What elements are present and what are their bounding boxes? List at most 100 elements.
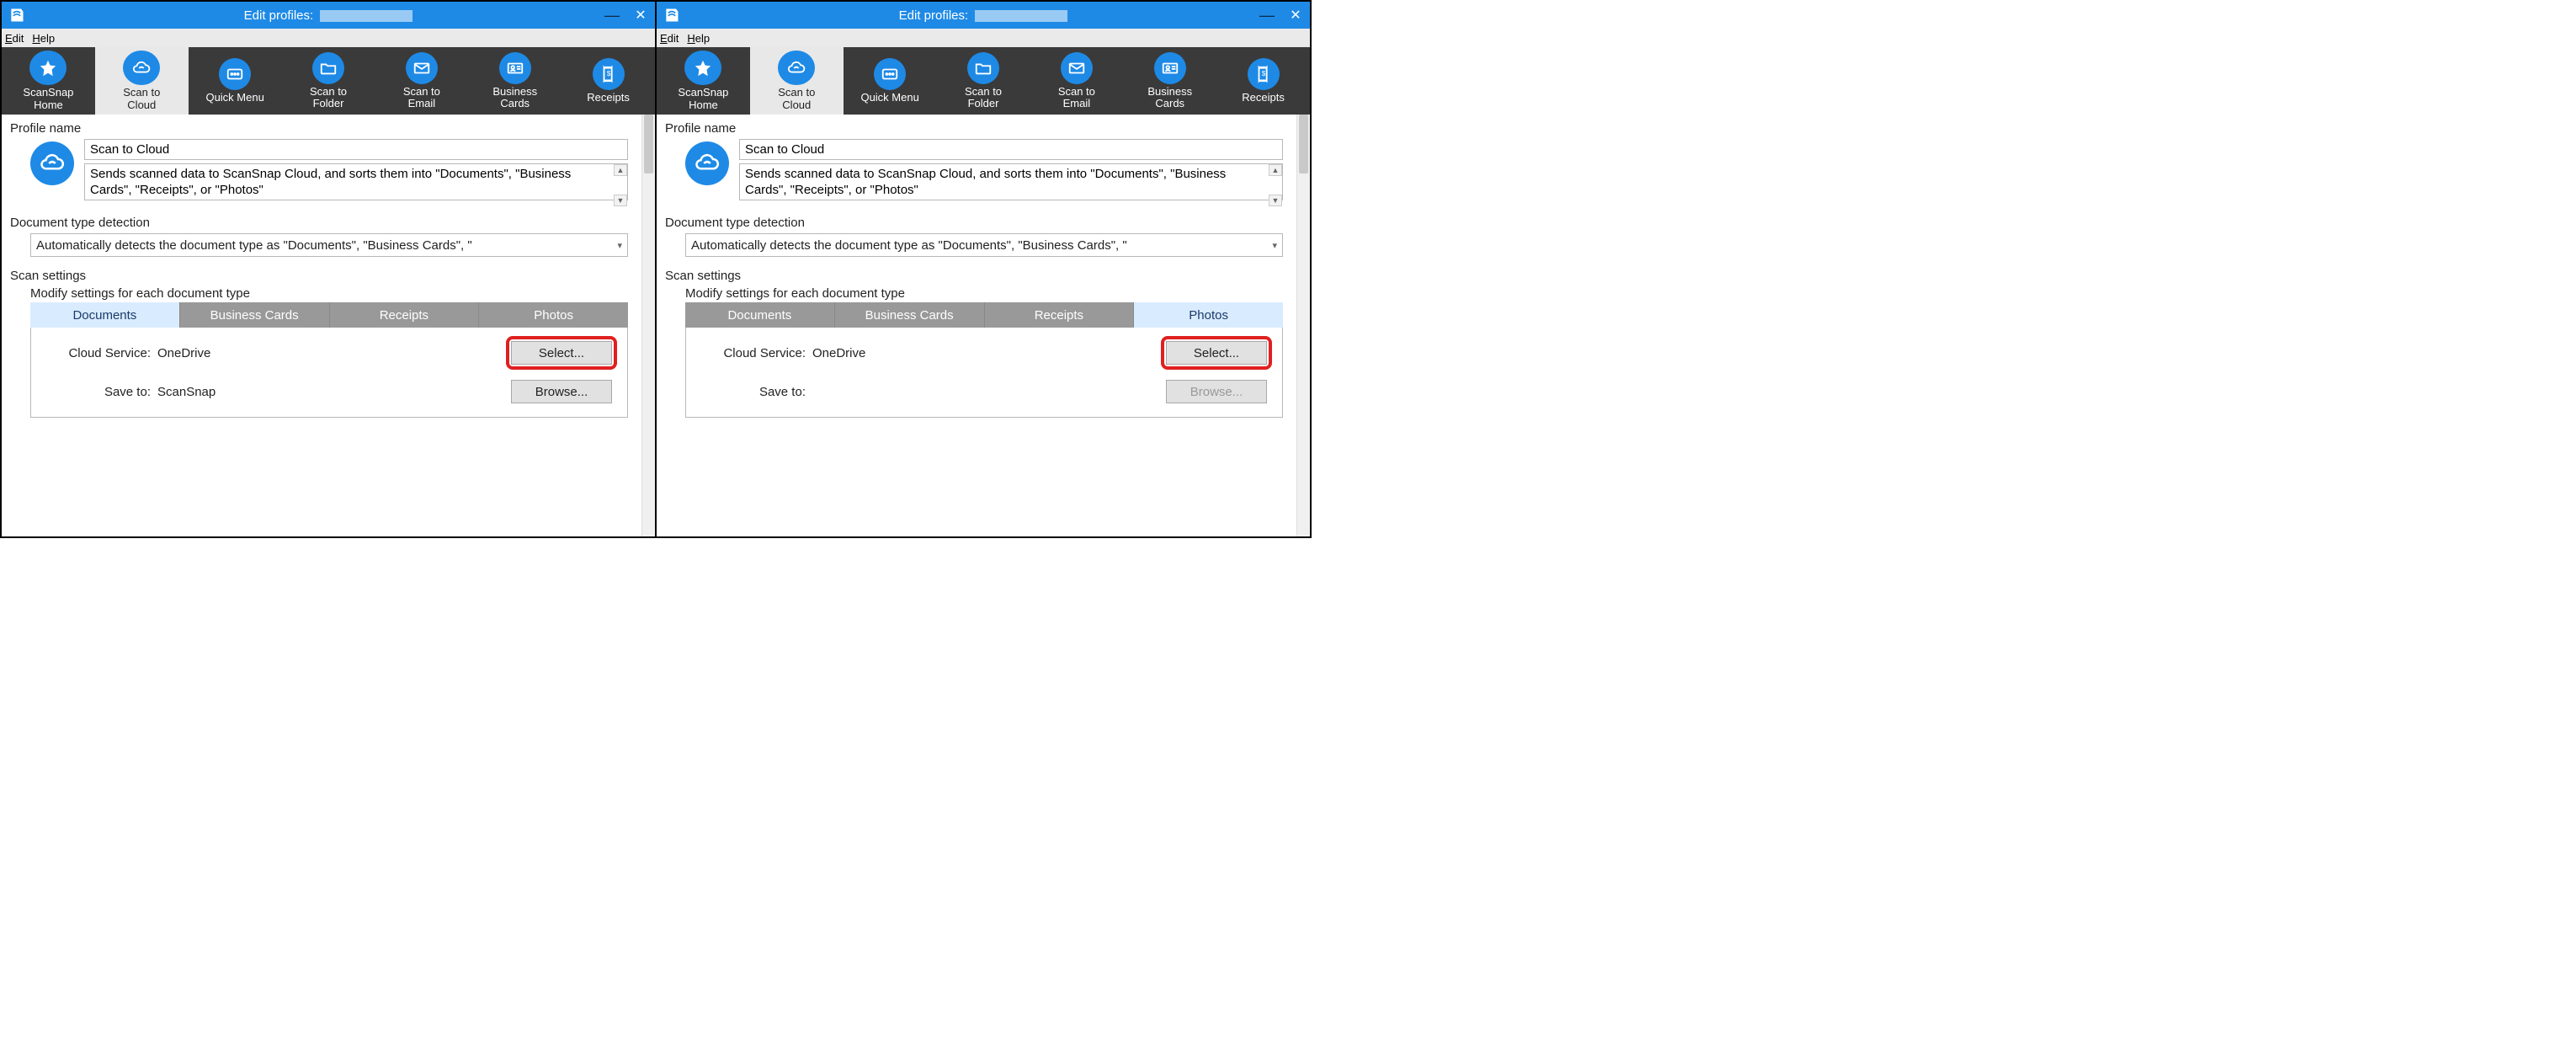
toolbar-bcard[interactable]: Business Cards xyxy=(1123,47,1216,115)
receipt-icon: $ xyxy=(1248,58,1280,90)
tab-receipts[interactable]: Receipts xyxy=(985,302,1135,328)
profile-description-input[interactable]: Sends scanned data to ScanSnap Cloud, an… xyxy=(739,163,1283,200)
folder-icon xyxy=(312,52,344,84)
toolbar-cloud[interactable]: Scan to Cloud xyxy=(95,47,189,115)
titlebar: Edit profiles: — ✕ xyxy=(657,2,1310,29)
app-logo-icon xyxy=(8,7,25,24)
profile-name-input[interactable] xyxy=(739,139,1283,160)
section-profile-name: Profile name xyxy=(665,121,1288,136)
toolbar-quick[interactable]: Quick Menu xyxy=(189,47,282,115)
textarea-spinner[interactable]: ▲▼ xyxy=(614,164,627,206)
profile-name-input[interactable] xyxy=(84,139,628,160)
tab-photos[interactable]: Photos xyxy=(479,302,628,328)
card-icon xyxy=(1154,52,1186,84)
titlebar: Edit profiles: — ✕ xyxy=(2,2,655,29)
cloud-icon xyxy=(123,51,160,85)
detection-dropdown[interactable]: Automatically detects the document type … xyxy=(30,233,628,257)
tab-documents[interactable]: Documents xyxy=(30,302,180,328)
save-to-label: Save to: xyxy=(696,385,806,399)
tab-receipts[interactable]: Receipts xyxy=(330,302,480,328)
star-icon xyxy=(29,51,67,85)
select-button-highlight: Select... xyxy=(1161,336,1272,370)
doc-type-panel: Cloud Service: OneDrive Select... Save t… xyxy=(30,328,628,418)
toolbar-quick[interactable]: Quick Menu xyxy=(844,47,937,115)
browse-button[interactable]: Browse... xyxy=(511,380,612,403)
content-area: Profile name Sends scanned data to ScanS… xyxy=(2,115,655,536)
mail-icon xyxy=(1061,52,1093,84)
save-to-label: Save to: xyxy=(41,385,151,399)
toolbar-home[interactable]: ScanSnap Home xyxy=(657,47,750,115)
cloud-service-value: OneDrive xyxy=(157,346,506,360)
content-area: Profile name Sends scanned data to ScanS… xyxy=(657,115,1310,536)
section-scan-settings: Scan settings xyxy=(665,269,1288,283)
mail-icon xyxy=(406,52,438,84)
doc-type-panel: Cloud Service: OneDrive Select... Save t… xyxy=(685,328,1283,418)
menu-help[interactable]: Help xyxy=(32,32,55,45)
scan-settings-subtitle: Modify settings for each document type xyxy=(685,286,1288,301)
section-scan-settings: Scan settings xyxy=(10,269,633,283)
tab-business cards[interactable]: Business Cards xyxy=(180,302,330,328)
cloud-service-value: OneDrive xyxy=(812,346,1161,360)
cloud-service-label: Cloud Service: xyxy=(696,346,806,360)
chevron-down-icon: ▾ xyxy=(1272,240,1277,251)
menu-help[interactable]: Help xyxy=(687,32,710,45)
menubar: Edit Help xyxy=(2,29,655,47)
svg-text:$: $ xyxy=(606,70,610,77)
menubar: Edit Help xyxy=(657,29,1310,47)
tab-business cards[interactable]: Business Cards xyxy=(835,302,985,328)
toolbar-home[interactable]: ScanSnap Home xyxy=(2,47,95,115)
toolbar-email[interactable]: Scan to Email xyxy=(375,47,468,115)
toolbar-folder[interactable]: Scan to Folder xyxy=(937,47,1030,115)
profile-cloud-icon xyxy=(685,141,729,185)
select-button[interactable]: Select... xyxy=(1166,341,1267,365)
close-button[interactable]: ✕ xyxy=(626,2,655,29)
receipt-icon: $ xyxy=(593,58,625,90)
app-window: Edit profiles: — ✕ Edit Help ScanSnap Ho… xyxy=(657,2,1310,536)
app-logo-icon xyxy=(663,7,680,24)
select-button-highlight: Select... xyxy=(506,336,617,370)
vertical-scrollbar[interactable] xyxy=(1296,115,1310,536)
doc-type-tabs: DocumentsBusiness CardsReceiptsPhotos xyxy=(685,302,1283,328)
profile-toolbar: ScanSnap Home Scan to Cloud Quick Menu S… xyxy=(657,47,1310,115)
textarea-spinner[interactable]: ▲▼ xyxy=(1269,164,1282,206)
toolbar-email[interactable]: Scan to Email xyxy=(1030,47,1123,115)
browse-button: Browse... xyxy=(1166,380,1267,403)
menu-edit[interactable]: Edit xyxy=(5,32,24,45)
section-profile-name: Profile name xyxy=(10,121,633,136)
tab-photos[interactable]: Photos xyxy=(1134,302,1283,328)
toolbar-rcpt[interactable]: $ Receipts xyxy=(1216,47,1310,115)
close-button[interactable]: ✕ xyxy=(1281,2,1310,29)
toolbar-bcard[interactable]: Business Cards xyxy=(468,47,562,115)
star-icon xyxy=(684,51,721,85)
toolbar-rcpt[interactable]: $ Receipts xyxy=(562,47,655,115)
cloud-service-label: Cloud Service: xyxy=(41,346,151,360)
doc-type-tabs: DocumentsBusiness CardsReceiptsPhotos xyxy=(30,302,628,328)
cloud-icon xyxy=(778,51,815,85)
section-doc-detection: Document type detection xyxy=(665,216,1288,230)
detection-dropdown-value: Automatically detects the document type … xyxy=(36,238,614,253)
select-button[interactable]: Select... xyxy=(511,341,612,365)
profile-description-input[interactable]: Sends scanned data to ScanSnap Cloud, an… xyxy=(84,163,628,200)
tab-documents[interactable]: Documents xyxy=(685,302,835,328)
section-doc-detection: Document type detection xyxy=(10,216,633,230)
detection-dropdown[interactable]: Automatically detects the document type … xyxy=(685,233,1283,257)
folder-icon xyxy=(967,52,999,84)
minimize-button[interactable]: — xyxy=(1253,2,1281,29)
profile-cloud-icon xyxy=(30,141,74,185)
window-title: Edit profiles: xyxy=(2,8,655,23)
vertical-scrollbar[interactable] xyxy=(641,115,655,536)
scan-settings-subtitle: Modify settings for each document type xyxy=(30,286,633,301)
svg-text:$: $ xyxy=(1261,70,1265,77)
detection-dropdown-value: Automatically detects the document type … xyxy=(691,238,1269,253)
minimize-button[interactable]: — xyxy=(598,2,626,29)
menu-edit[interactable]: Edit xyxy=(660,32,679,45)
app-window: Edit profiles: — ✕ Edit Help ScanSnap Ho… xyxy=(2,2,657,536)
card-icon xyxy=(499,52,531,84)
save-to-value: ScanSnap xyxy=(157,385,506,399)
grid-icon xyxy=(874,58,906,90)
grid-icon xyxy=(219,58,251,90)
profile-toolbar: ScanSnap Home Scan to Cloud Quick Menu S… xyxy=(2,47,655,115)
toolbar-folder[interactable]: Scan to Folder xyxy=(282,47,375,115)
toolbar-cloud[interactable]: Scan to Cloud xyxy=(750,47,844,115)
chevron-down-icon: ▾ xyxy=(617,240,622,251)
